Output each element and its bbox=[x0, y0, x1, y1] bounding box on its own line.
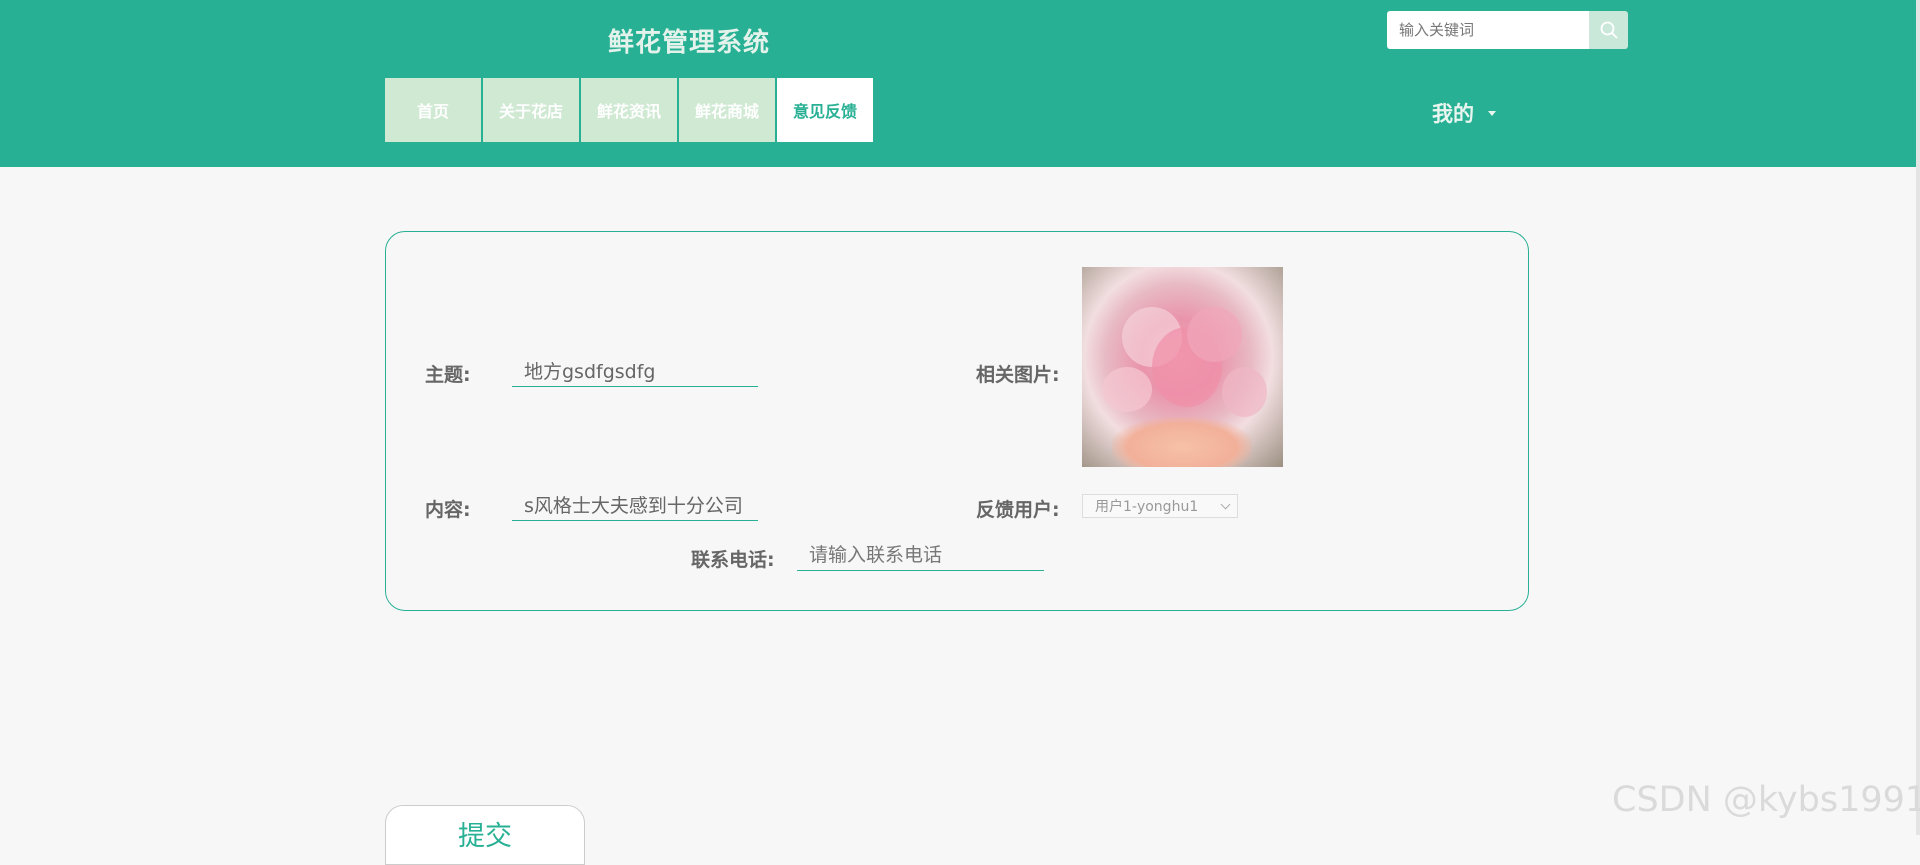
search-icon bbox=[1600, 21, 1618, 39]
user-menu[interactable]: 我的 bbox=[1432, 98, 1496, 128]
chevron-down-icon bbox=[1220, 499, 1231, 510]
nav-flower-mall[interactable]: 鲜花商城 bbox=[679, 78, 775, 142]
feedback-user-selected: 用户1-yonghu1 bbox=[1095, 499, 1199, 515]
image-petal bbox=[1222, 367, 1267, 417]
subject-label: 主题: bbox=[425, 364, 471, 386]
nav-feedback-label: 意见反馈 bbox=[792, 102, 857, 121]
flower-bouquet-image[interactable] bbox=[1082, 267, 1283, 467]
image-label: 相关图片: bbox=[976, 364, 1060, 386]
image-petal bbox=[1102, 367, 1152, 412]
phone-label: 联系电话: bbox=[691, 549, 775, 571]
search-input[interactable] bbox=[1387, 11, 1589, 49]
feedback-user-label: 反馈用户: bbox=[976, 499, 1060, 521]
nav-flower-mall-label: 鲜花商城 bbox=[694, 102, 759, 121]
nav-home-label: 首页 bbox=[416, 102, 449, 121]
phone-field[interactable] bbox=[797, 539, 1044, 571]
nav-feedback[interactable]: 意见反馈 bbox=[777, 78, 873, 142]
caret-down-icon bbox=[1488, 110, 1496, 116]
subject-field[interactable] bbox=[512, 355, 758, 387]
watermark: CSDN @kybs1991 bbox=[1612, 780, 1920, 820]
top-header: 鲜花管理系统 首页 关于花店 鲜花资讯 鲜花商城 意见反馈 我的 bbox=[0, 0, 1916, 167]
image-wrap bbox=[1112, 417, 1252, 467]
user-menu-label: 我的 bbox=[1432, 102, 1474, 126]
content-label: 内容: bbox=[425, 499, 471, 521]
nav-flower-news-label: 鲜花资讯 bbox=[596, 102, 661, 121]
submit-button[interactable]: 提交 bbox=[385, 805, 585, 865]
nav-about-shop-label: 关于花店 bbox=[498, 102, 563, 121]
nav-home[interactable]: 首页 bbox=[385, 78, 481, 142]
nav-flower-news[interactable]: 鲜花资讯 bbox=[581, 78, 677, 142]
page-scrollbar[interactable] bbox=[1916, 0, 1920, 835]
site-title: 鲜花管理系统 bbox=[608, 28, 771, 58]
search-button[interactable] bbox=[1589, 11, 1628, 49]
nav-about-shop[interactable]: 关于花店 bbox=[483, 78, 579, 142]
image-petal bbox=[1187, 307, 1242, 362]
feedback-user-select[interactable]: 用户1-yonghu1 bbox=[1082, 494, 1238, 518]
submit-button-label: 提交 bbox=[458, 821, 512, 852]
content-field[interactable] bbox=[512, 489, 758, 521]
main-nav: 首页 关于花店 鲜花资讯 鲜花商城 意见反馈 bbox=[385, 78, 875, 142]
